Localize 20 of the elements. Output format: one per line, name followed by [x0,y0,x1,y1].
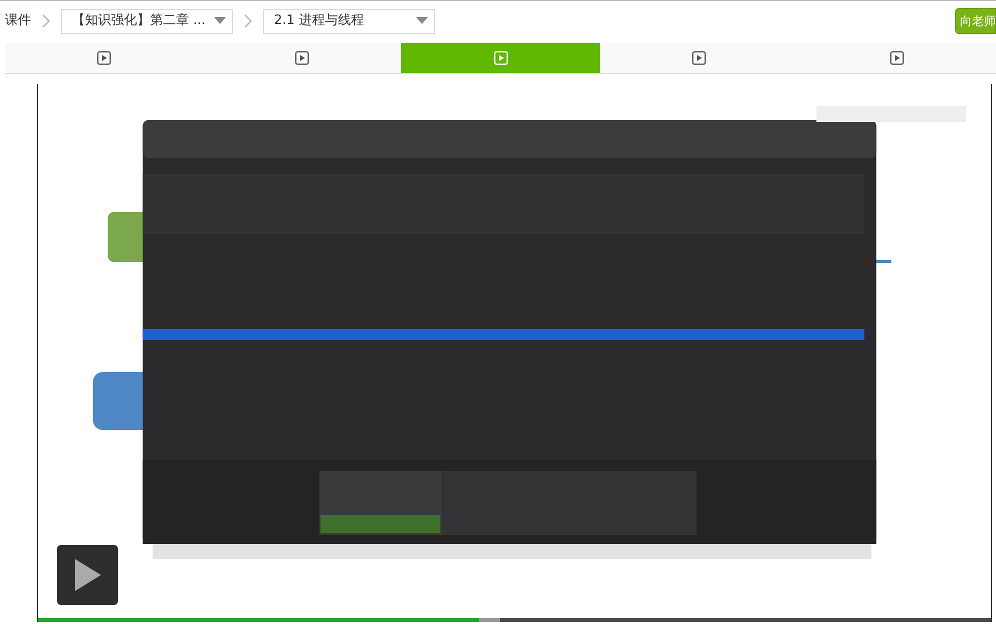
play-icon [692,51,706,65]
play-icon [74,559,100,591]
breadcrumb-root[interactable]: 课件 [5,11,31,31]
chevron-icon [243,14,253,28]
play-icon [295,51,310,65]
video-tab[interactable] [203,43,402,73]
video-tab[interactable] [798,43,996,73]
chapter-select[interactable]: 【知识强化】第二章 ... [61,8,233,34]
video-tab[interactable] [401,43,600,73]
play-icon [97,51,112,65]
play-icon [890,51,904,65]
chevron-icon [41,14,51,28]
chapter-select[interactable]: 2.1 进程与线程 [263,8,435,34]
play-button[interactable] [57,545,118,605]
video-tab[interactable] [5,43,204,73]
play-icon [494,51,508,65]
video-tab[interactable] [600,43,798,73]
caret-icon [416,17,428,25]
progress-bar[interactable] [38,618,991,622]
caret-icon [214,17,226,25]
